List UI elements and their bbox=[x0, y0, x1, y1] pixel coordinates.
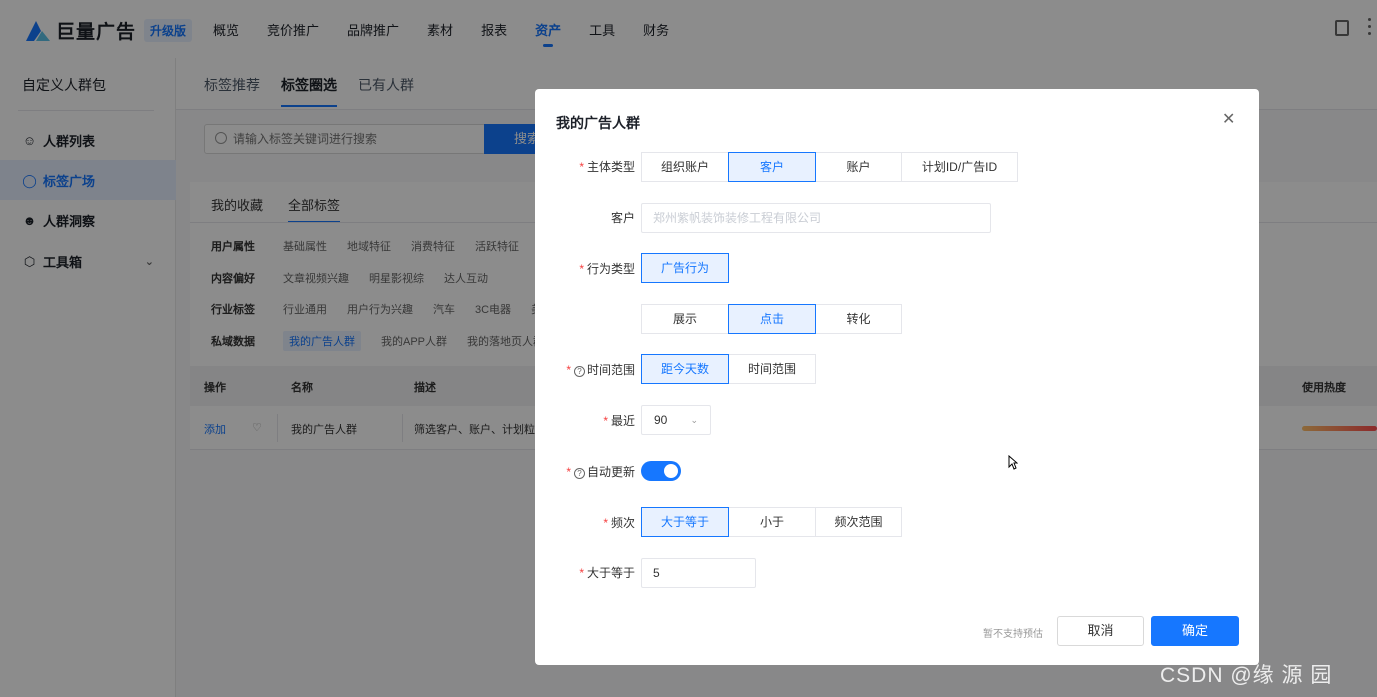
time-range-label: *? 时间范围 bbox=[566, 363, 635, 377]
behavior-type-options: 广告行为 bbox=[641, 253, 729, 283]
frequency-label: * 频次 bbox=[603, 516, 635, 530]
frequency-options: 大于等于 小于 频次范围 bbox=[641, 507, 902, 537]
option-click[interactable]: 点击 bbox=[728, 304, 816, 334]
customer-field[interactable]: 郑州紫帆装饰装修工程有限公司 bbox=[641, 203, 991, 233]
subject-type-options: 组织账户 客户 账户 计划ID/广告ID bbox=[641, 152, 1018, 182]
frequency-value-input[interactable]: 5 bbox=[641, 558, 756, 588]
behavior-action-options: 展示 点击 转化 bbox=[641, 304, 902, 334]
close-icon[interactable]: ✕ bbox=[1222, 109, 1235, 129]
option-lt[interactable]: 小于 bbox=[728, 507, 816, 537]
help-icon: ? bbox=[573, 366, 585, 377]
recent-label: * 最近 bbox=[603, 414, 635, 428]
option-gte[interactable]: 大于等于 bbox=[641, 507, 729, 537]
ad-audience-modal: 我的广告人群 ✕ * 主体类型 组织账户 客户 账户 计划ID/广告ID 客户 郑… bbox=[535, 89, 1259, 665]
customer-label: 客户 bbox=[610, 211, 635, 225]
option-ad-behavior[interactable]: 广告行为 bbox=[641, 253, 729, 283]
option-impression[interactable]: 展示 bbox=[641, 304, 729, 334]
recent-days-value: 90 bbox=[654, 413, 668, 427]
mouse-cursor-icon bbox=[1008, 455, 1018, 470]
time-range-options: 距今天数 时间范围 bbox=[641, 354, 816, 384]
option-freq-range[interactable]: 频次范围 bbox=[815, 507, 902, 537]
recent-days-select[interactable]: 90 ⌄ bbox=[641, 405, 711, 435]
option-conversion[interactable]: 转化 bbox=[815, 304, 902, 334]
watermark: CSDN @缘 源 园 bbox=[1160, 664, 1333, 687]
modal-title: 我的广告人群 bbox=[556, 115, 640, 131]
estimate-note: 暂不支持预估 bbox=[983, 629, 1043, 640]
cancel-button[interactable]: 取消 bbox=[1057, 616, 1144, 646]
auto-update-label: *? 自动更新 bbox=[566, 465, 635, 479]
option-plan-ad-id[interactable]: 计划ID/广告ID bbox=[901, 152, 1018, 182]
help-icon: ? bbox=[573, 468, 585, 479]
behavior-type-label: * 行为类型 bbox=[579, 262, 635, 276]
option-account[interactable]: 账户 bbox=[815, 152, 902, 182]
option-time-range[interactable]: 时间范围 bbox=[728, 354, 816, 384]
option-days-ago[interactable]: 距今天数 bbox=[641, 354, 729, 384]
subject-type-label: * 主体类型 bbox=[579, 160, 635, 174]
gte-label: * 大于等于 bbox=[579, 566, 635, 580]
confirm-button[interactable]: 确定 bbox=[1151, 616, 1239, 646]
chevron-down-icon: ⌄ bbox=[690, 415, 698, 425]
option-customer[interactable]: 客户 bbox=[728, 152, 816, 182]
option-org-account[interactable]: 组织账户 bbox=[641, 152, 729, 182]
auto-update-toggle[interactable] bbox=[641, 461, 681, 481]
